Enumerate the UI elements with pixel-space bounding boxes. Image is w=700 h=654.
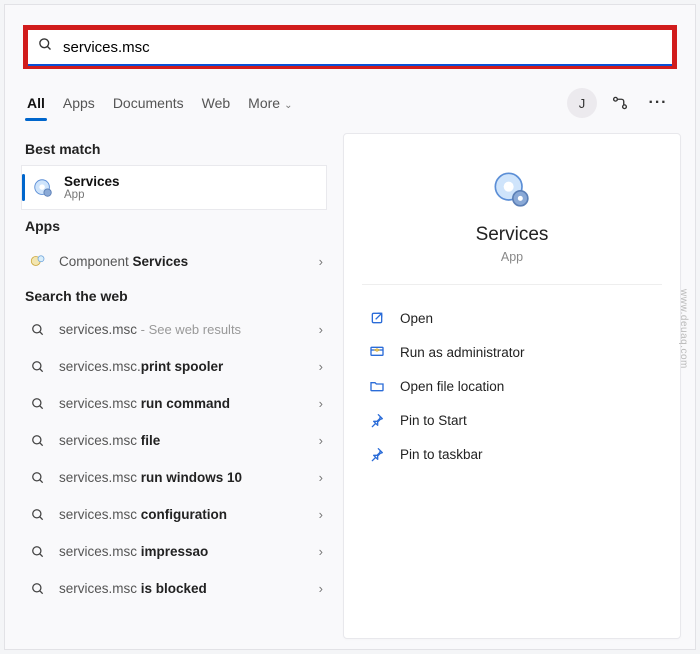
open-icon <box>366 310 388 326</box>
best-match-item[interactable]: Services App <box>21 165 327 210</box>
web-result-item[interactable]: services.msc.print spooler› <box>19 349 329 384</box>
apps-header: Apps <box>25 218 323 234</box>
flow-icon[interactable] <box>605 88 635 118</box>
search-box-highlight <box>23 25 677 69</box>
results-list: Best match Services App Apps Component <box>19 133 329 639</box>
action-label: Open file location <box>400 379 504 394</box>
tab-apps[interactable]: Apps <box>63 89 95 117</box>
best-match-title: Services <box>64 174 120 189</box>
search-icon <box>27 508 49 522</box>
chevron-right-icon: › <box>319 581 323 596</box>
search-underline <box>28 64 672 66</box>
web-result-item[interactable]: services.msc impressao› <box>19 534 329 569</box>
result-label: services.msc run command <box>59 396 319 411</box>
result-label: services.msc - See web results <box>59 322 319 337</box>
action-label: Pin to Start <box>400 413 467 428</box>
action-run-as-administrator[interactable]: Run as administrator <box>362 335 662 369</box>
action-label: Pin to taskbar <box>400 447 483 462</box>
apps-result-item[interactable]: Component Services › <box>19 242 329 280</box>
chevron-right-icon: › <box>319 544 323 559</box>
filter-tabs: All Apps Documents Web More⌄ J ··· <box>27 85 673 121</box>
result-label: services.msc is blocked <box>59 581 319 596</box>
chevron-down-icon: ⌄ <box>284 100 292 111</box>
action-label: Open <box>400 311 433 326</box>
account-avatar[interactable]: J <box>567 88 597 118</box>
admin-icon <box>366 344 388 360</box>
pin-icon <box>366 446 388 462</box>
tab-more[interactable]: More⌄ <box>248 89 292 117</box>
search-input[interactable] <box>61 38 662 57</box>
component-services-icon <box>27 252 49 270</box>
chevron-right-icon: › <box>319 254 323 269</box>
result-label: services.msc configuration <box>59 507 319 522</box>
web-header: Search the web <box>25 288 323 304</box>
result-label: services.msc.print spooler <box>59 359 319 374</box>
result-label: services.msc run windows 10 <box>59 470 319 485</box>
watermark: www.deuaq.com <box>678 289 689 369</box>
search-icon <box>38 37 53 57</box>
folder-icon <box>366 378 388 394</box>
result-label: services.msc impressao <box>59 544 319 559</box>
result-label: services.msc file <box>59 433 319 448</box>
tab-web[interactable]: Web <box>202 89 231 117</box>
action-open[interactable]: Open <box>362 301 662 335</box>
action-pin-to-taskbar[interactable]: Pin to taskbar <box>362 437 662 471</box>
best-match-header: Best match <box>25 141 323 157</box>
web-result-item[interactable]: services.msc - See web results› <box>19 312 329 347</box>
pin-icon <box>366 412 388 428</box>
preview-title: Services <box>362 224 662 246</box>
chevron-right-icon: › <box>319 359 323 374</box>
search-icon <box>27 323 49 337</box>
services-gear-icon <box>32 177 54 199</box>
web-result-item[interactable]: services.msc run command› <box>19 386 329 421</box>
web-result-item[interactable]: services.msc run windows 10› <box>19 460 329 495</box>
chevron-right-icon: › <box>319 470 323 485</box>
preview-actions: Open Run as administrator Open file locati… <box>362 285 662 471</box>
web-result-item[interactable]: services.msc is blocked› <box>19 571 329 606</box>
chevron-right-icon: › <box>319 322 323 337</box>
search-icon <box>27 471 49 485</box>
tab-all[interactable]: All <box>27 89 45 117</box>
preview-subtitle: App <box>362 250 662 264</box>
preview-pane: Services App OpenRun as administratorOpe… <box>343 133 681 639</box>
more-options-icon[interactable]: ··· <box>643 88 673 118</box>
web-result-item[interactable]: services.msc configuration› <box>19 497 329 532</box>
search-icon <box>27 360 49 374</box>
web-result-item[interactable]: services.msc file› <box>19 423 329 458</box>
search-icon <box>27 397 49 411</box>
search-icon <box>27 545 49 559</box>
chevron-right-icon: › <box>319 507 323 522</box>
action-label: Run as administrator <box>400 345 525 360</box>
tab-documents[interactable]: Documents <box>113 89 184 117</box>
chevron-right-icon: › <box>319 396 323 411</box>
action-open-file-location[interactable]: Open file location <box>362 369 662 403</box>
action-pin-to-start[interactable]: Pin to Start <box>362 403 662 437</box>
preview-app-icon <box>492 170 532 210</box>
search-icon <box>27 434 49 448</box>
result-label: Component Services <box>59 254 319 269</box>
best-match-subtitle: App <box>64 189 120 201</box>
chevron-right-icon: › <box>319 433 323 448</box>
search-icon <box>27 582 49 596</box>
